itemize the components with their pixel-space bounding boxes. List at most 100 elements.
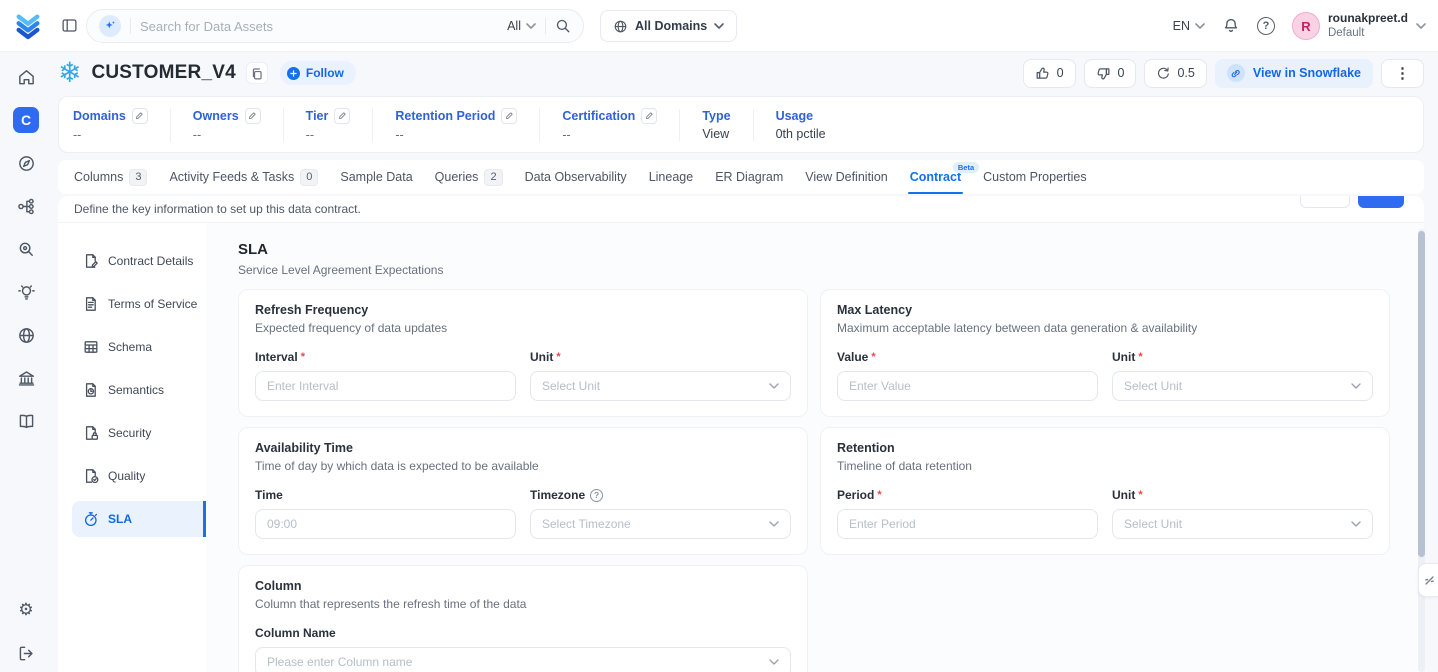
contract-nav: Contract Details Terms of Service Schema… [58,223,206,672]
interval-input[interactable] [255,371,516,401]
downvote-count: 0 [1118,66,1125,80]
glossary-book-icon[interactable] [13,408,39,434]
all-domains-dropdown[interactable]: All Domains [600,10,737,42]
globe-icon[interactable] [13,322,39,348]
edit-certification-icon[interactable] [641,108,657,124]
observability-search-icon[interactable] [13,236,39,262]
follow-button[interactable]: Follow [280,61,356,85]
cancel-button-clipped[interactable] [1300,196,1350,208]
tab-custom-properties[interactable]: Custom Properties [983,160,1087,194]
search-icon[interactable] [555,18,571,34]
document-text-icon [83,296,99,312]
max-latency-card: Max Latency Maximum acceptable latency b… [820,289,1390,417]
latency-value-input[interactable] [837,371,1098,401]
search-scope-dropdown[interactable]: All [507,19,536,33]
meta-usage: Usage 0th pctile [753,109,848,141]
insights-bulb-icon[interactable] [13,279,39,305]
help-icon[interactable]: ? [1257,17,1275,35]
column-name-label: Column Name [255,626,336,640]
ai-sparkle-icon[interactable] [99,15,121,37]
entity-header: ❄ CUSTOMER_V4 Follow 0 0 0.5 View in Sno… [58,54,1424,92]
tab-columns[interactable]: Columns3 [74,160,147,194]
value-label: Value [837,350,876,364]
upvote-button[interactable]: 0 [1023,59,1076,88]
unit-label: Unit [1112,488,1143,502]
entity-tabs: Columns3 Activity Feeds & Tasks0 Sample … [58,160,1424,194]
availability-time-card: Availability Time Time of day by which d… [238,427,808,555]
logout-icon[interactable] [13,640,39,666]
tab-activity-feeds-tasks[interactable]: Activity Feeds & Tasks0 [169,160,318,194]
home-icon[interactable] [13,64,39,90]
tab-data-observability[interactable]: Data Observability [525,160,627,194]
nav-sla[interactable]: SLA [72,501,206,537]
nav-semantics[interactable]: Semantics [72,372,206,408]
tab-er-diagram[interactable]: ER Diagram [715,160,783,194]
divider [130,18,131,34]
edit-tier-icon[interactable] [334,108,350,124]
section-title: SLA [238,241,1390,258]
unit-label: Unit [1112,350,1143,364]
latency-unit-select[interactable]: Select Unit [1112,371,1373,401]
chevron-down-icon [769,383,779,389]
governance-bank-icon[interactable] [13,365,39,391]
user-menu[interactable]: R rounakpreet.d Default [1292,11,1426,40]
all-domains-label: All Domains [635,19,707,33]
chevron-down-icon [526,23,536,29]
edit-retention-icon[interactable] [501,108,517,124]
page-scrollbar[interactable] [1418,229,1425,672]
nav-contract-details[interactable]: Contract Details [72,243,206,279]
view-in-snowflake-label: View in Snowflake [1253,66,1361,80]
tab-lineage[interactable]: Lineage [649,160,694,194]
tab-view-definition[interactable]: View Definition [805,160,887,194]
time-input[interactable] [255,509,516,539]
language-label: EN [1173,19,1190,33]
search-scope-label: All [507,19,521,33]
domains-hierarchy-icon[interactable] [13,193,39,219]
sidebar-toggle-icon[interactable] [61,17,78,34]
language-dropdown[interactable]: EN [1173,19,1205,33]
snowflake-icon: ❄ [58,59,81,87]
search-input[interactable] [140,19,498,34]
more-options-button[interactable]: ⋮ [1381,59,1424,88]
follow-plus-icon [287,67,300,80]
tab-contract[interactable]: ContractBeta [910,160,961,194]
retention-unit-select[interactable]: Select Unit [1112,509,1373,539]
explore-compass-icon[interactable] [13,150,39,176]
tab-sample-data[interactable]: Sample Data [340,160,412,194]
notifications-bell-icon[interactable] [1222,17,1240,35]
period-input[interactable] [837,509,1098,539]
user-name: rounakpreet.d [1328,11,1408,26]
timezone-label: Timezone [530,488,585,502]
chevron-down-icon [714,23,724,29]
column-name-select[interactable]: Please enter Column name [255,647,791,672]
global-search: All [86,9,584,43]
settings-gear-icon[interactable]: ⚙ [13,597,39,623]
nav-security[interactable]: Security [72,415,206,451]
nav-terms-of-service[interactable]: Terms of Service [72,286,206,322]
scrollbar-thumb[interactable] [1418,231,1425,557]
app-c-icon[interactable]: C [13,107,39,133]
contract-description: Define the key information to set up thi… [74,202,361,216]
timezone-select[interactable]: Select Timezone [530,509,791,539]
edit-domains-icon[interactable] [132,108,148,124]
document-check-icon [83,468,99,484]
edit-owners-icon[interactable] [245,108,261,124]
resize-handle-button[interactable] [1418,563,1438,597]
nav-schema[interactable]: Schema [72,329,206,365]
interval-label: Interval [255,350,305,364]
nav-quality[interactable]: Quality [72,458,206,494]
copy-icon[interactable] [246,62,268,84]
meta-retention-period: Retention Period -- [372,108,539,142]
tier-score-button[interactable]: 0.5 [1144,59,1206,88]
save-button-clipped[interactable] [1358,196,1404,208]
meta-type: Type View [679,109,752,141]
downvote-button[interactable]: 0 [1084,59,1137,88]
chevron-down-icon [769,659,779,665]
page-title: CUSTOMER_V4 [91,62,235,84]
refresh-unit-select[interactable]: Select Unit [530,371,791,401]
refresh-frequency-card: Refresh Frequency Expected frequency of … [238,289,808,417]
app-logo-icon[interactable] [13,11,43,44]
view-in-snowflake-button[interactable]: View in Snowflake [1215,59,1373,88]
tab-queries[interactable]: Queries2 [435,160,503,194]
meta-tier: Tier -- [283,108,373,142]
